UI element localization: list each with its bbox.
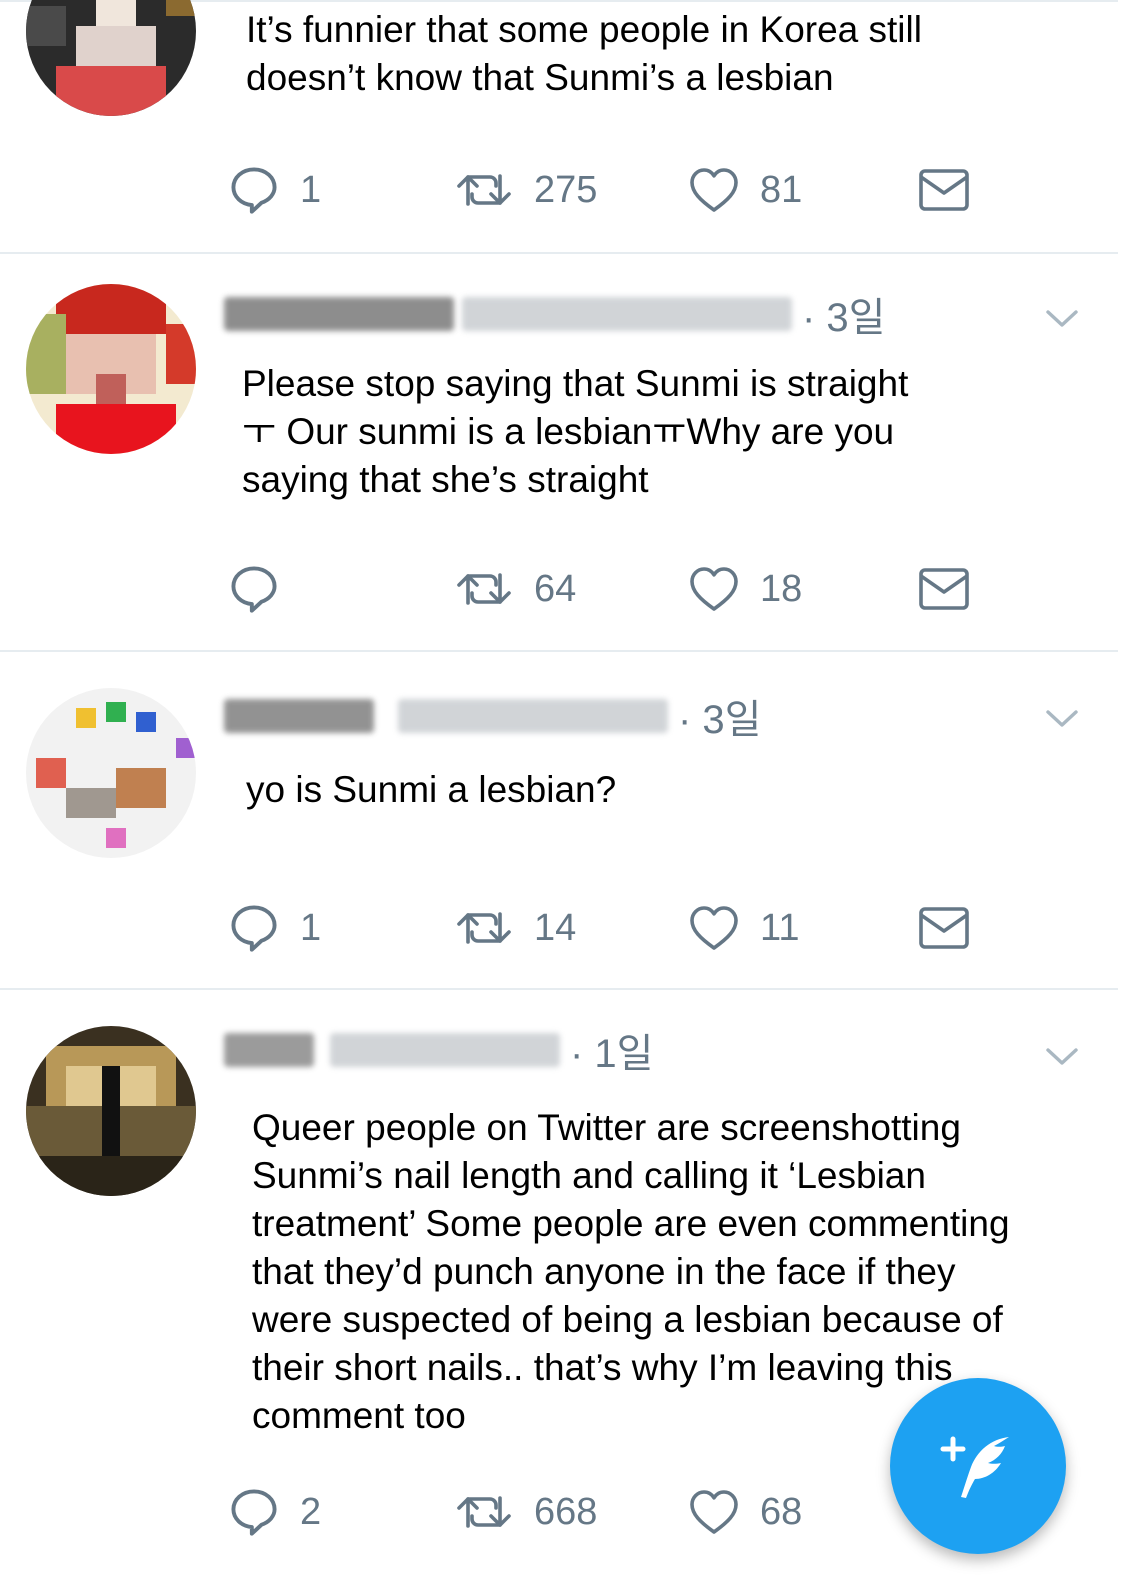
more-options-button[interactable] <box>1040 296 1084 340</box>
like-count: 18 <box>760 567 803 610</box>
tweet-feed: It’s funnier that some people in Korea s… <box>0 0 1148 1576</box>
tweet-actions: 1 14 11 <box>228 900 988 956</box>
tweet-header: · 3일 <box>224 284 885 344</box>
tweet[interactable]: · 3일 Please stop saying that Sunmi is st… <box>0 254 1120 650</box>
reply-count: 2 <box>300 1490 322 1533</box>
reply-button[interactable] <box>228 561 300 617</box>
more-options-button[interactable] <box>1040 1034 1084 1078</box>
envelope-icon <box>918 168 970 212</box>
chevron-down-icon <box>1040 1034 1084 1078</box>
retweet-count: 64 <box>534 567 577 610</box>
like-count: 81 <box>760 168 803 211</box>
display-name[interactable] <box>224 1033 314 1067</box>
like-count: 11 <box>760 906 800 949</box>
retweet-button[interactable]: 275 <box>454 162 597 218</box>
tweet-actions: 64 18 <box>228 561 988 617</box>
retweet-icon <box>454 166 514 214</box>
reply-icon <box>228 902 280 954</box>
retweet-button[interactable]: 64 <box>454 561 576 617</box>
envelope-icon <box>918 906 970 950</box>
display-name[interactable] <box>224 297 454 331</box>
heart-icon <box>688 1488 740 1536</box>
tweet-header: · 3일 <box>224 686 761 746</box>
like-button[interactable]: 11 <box>688 900 799 956</box>
like-button[interactable]: 68 <box>688 1484 802 1540</box>
tweet-text: yo is Sunmi a lesbian? <box>246 769 617 810</box>
reply-button[interactable]: 2 <box>228 1484 321 1540</box>
avatar[interactable] <box>26 0 196 116</box>
tweet-actions: 1 275 81 <box>228 162 988 218</box>
envelope-icon <box>918 567 970 611</box>
direct-message-button[interactable] <box>918 162 970 218</box>
reply-button[interactable]: 1 <box>228 162 321 218</box>
tweet[interactable]: It’s funnier that some people in Korea s… <box>0 0 1120 252</box>
tweet-text: It’s funnier that some people in Korea s… <box>246 9 922 98</box>
tweet-text: Please stop saying that Sunmi is straigh… <box>242 363 909 500</box>
tweet[interactable]: · 3일 yo is Sunmi a lesbian? 1 14 11 <box>0 652 1120 988</box>
reply-count: 1 <box>300 168 322 211</box>
compose-tweet-icon <box>940 1436 1009 1498</box>
timestamp[interactable]: · 1일 <box>570 1021 653 1079</box>
username[interactable] <box>398 699 668 733</box>
reply-icon <box>228 563 280 615</box>
heart-icon <box>688 904 740 952</box>
retweet-button[interactable]: 14 <box>454 900 576 956</box>
username[interactable] <box>462 297 792 331</box>
avatar[interactable] <box>26 1026 196 1196</box>
like-count: 68 <box>760 1490 803 1533</box>
retweet-icon <box>454 565 514 613</box>
retweet-count: 14 <box>534 906 577 949</box>
more-options-button[interactable] <box>1040 696 1084 740</box>
display-name[interactable] <box>224 699 374 733</box>
reply-count: 1 <box>300 906 322 949</box>
reply-icon <box>228 1486 280 1538</box>
reply-button[interactable]: 1 <box>228 900 321 956</box>
direct-message-button[interactable] <box>918 561 970 617</box>
avatar[interactable] <box>26 688 196 858</box>
direct-message-button[interactable] <box>918 900 970 956</box>
chevron-down-icon <box>1040 296 1084 340</box>
retweet-count: 668 <box>534 1490 598 1533</box>
tweet-header: · 1일 <box>224 1020 653 1080</box>
retweet-count: 275 <box>534 168 598 211</box>
reply-icon <box>228 164 280 216</box>
avatar[interactable] <box>26 284 196 454</box>
retweet-button[interactable]: 668 <box>454 1484 597 1540</box>
timestamp[interactable]: · 3일 <box>678 687 761 745</box>
timestamp[interactable]: · 3일 <box>802 285 885 343</box>
like-button[interactable]: 18 <box>688 561 802 617</box>
retweet-icon <box>454 904 514 952</box>
heart-icon <box>688 565 740 613</box>
compose-tweet-button[interactable] <box>890 1378 1066 1554</box>
heart-icon <box>688 166 740 214</box>
username[interactable] <box>330 1033 560 1067</box>
chevron-down-icon <box>1040 696 1084 740</box>
tweet-actions: 2 668 68 <box>228 1484 988 1540</box>
like-button[interactable]: 81 <box>688 162 802 218</box>
retweet-icon <box>454 1488 514 1536</box>
